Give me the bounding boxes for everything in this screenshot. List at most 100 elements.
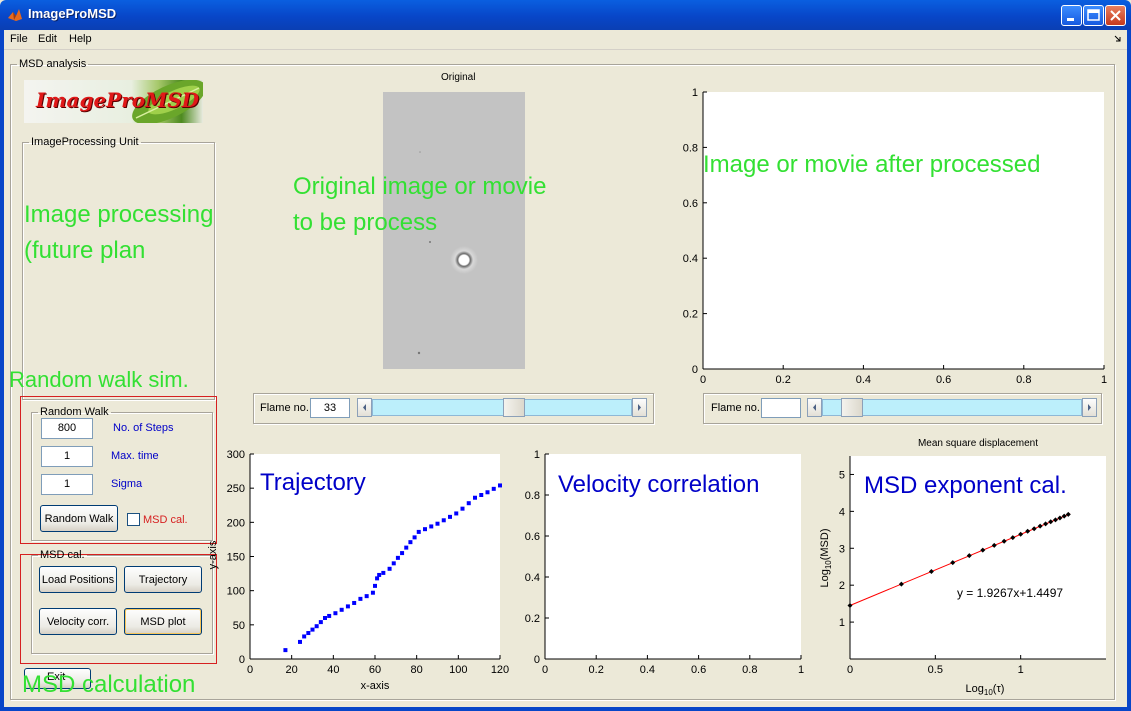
max-time-input[interactable]: 1: [41, 446, 93, 467]
msd-chart-title: Mean square displacement: [918, 438, 1038, 449]
x-tick-label: 60: [369, 664, 381, 676]
trajectory-point: [454, 511, 459, 516]
trajectory-point: [298, 639, 302, 644]
x-tick-label: 0.6: [936, 374, 951, 386]
y-tick-label: 200: [227, 517, 245, 529]
dock-arrow-icon[interactable]: [1114, 35, 1122, 43]
title-bar[interactable]: ImageProMSD: [0, 0, 1131, 30]
processed-frame-input[interactable]: [761, 398, 801, 418]
trajectory-point: [479, 493, 484, 497]
trajectory-point: [339, 607, 344, 612]
y-tick-label: 150: [227, 552, 245, 564]
trajectory-point: [306, 631, 311, 636]
window-frame-bottom: [0, 707, 1131, 711]
trajectory-point: [423, 527, 427, 532]
trajectory-point: [314, 624, 319, 629]
y-tick-label: 0.8: [525, 490, 540, 502]
y-tick-label: 0: [239, 654, 245, 666]
msd-analysis-panel-title: MSD analysis: [19, 58, 87, 70]
trajectory-point: [373, 583, 377, 588]
x-tick-label: 0.8: [1016, 374, 1031, 386]
y-tick-label: 50: [233, 620, 245, 632]
trajectory-point: [395, 555, 400, 560]
original-slider-thumb[interactable]: [502, 398, 525, 417]
menu-bar: File Edit Help: [4, 30, 1127, 50]
close-button[interactable]: [1105, 5, 1126, 26]
trajectory-button[interactable]: Trajectory: [124, 566, 202, 593]
y-tick-label: 0.4: [525, 572, 540, 584]
x-tick-label: 0.5: [928, 664, 943, 676]
msd-cal-checkbox-label: MSD cal.: [143, 514, 188, 526]
original-frame-input[interactable]: 33: [310, 398, 350, 418]
processed-slider-right-arrow[interactable]: [1082, 398, 1097, 417]
velocity-corr-button[interactable]: Velocity corr.: [39, 608, 117, 635]
trajectory-point: [318, 620, 323, 625]
processed-slider-thumb[interactable]: [841, 398, 864, 417]
max-time-label: Max. time: [111, 450, 159, 462]
x-tick-label: 0: [247, 664, 253, 676]
y-tick-label: 1: [534, 449, 540, 461]
trajectory-point: [381, 570, 386, 575]
x-tick-label: 120: [491, 664, 509, 676]
trajectory-point: [377, 572, 382, 577]
random-walk-panel-title: Random Walk: [40, 406, 109, 418]
trajectory-point: [345, 604, 350, 609]
msd-plot-button[interactable]: MSD plot: [124, 608, 202, 635]
sigma-label: Sigma: [111, 478, 143, 490]
y-tick-label: 250: [227, 483, 245, 495]
x-tick-label: 0: [542, 664, 548, 676]
image-processing-note: Image processing (future plan: [24, 201, 214, 264]
trajectory-point: [408, 540, 413, 545]
menu-help[interactable]: Help: [69, 33, 92, 45]
trajectory-point: [283, 648, 288, 653]
y-tick-label: 3: [839, 543, 845, 555]
x-tick-label: 1: [1101, 374, 1107, 386]
random-walk-button[interactable]: Random Walk: [40, 505, 118, 532]
x-tick-label: 0.6: [691, 664, 706, 676]
processed-slider-left-arrow[interactable]: [807, 398, 822, 417]
trajectory-point: [429, 524, 434, 529]
random-walk-annotation: Random walk sim.: [9, 367, 189, 392]
menu-edit[interactable]: Edit: [38, 33, 57, 45]
sigma-input[interactable]: 1: [41, 474, 93, 495]
steps-input[interactable]: 800: [41, 418, 93, 439]
x-tick-label: 0: [700, 374, 706, 386]
trajectory-point: [435, 521, 440, 526]
trajectory-point: [310, 627, 315, 632]
trajectory-point: [460, 506, 465, 511]
trajectory-point: [352, 600, 357, 605]
trajectory-point: [333, 611, 338, 616]
maximize-button[interactable]: [1083, 5, 1104, 26]
x-tick-label: 100: [449, 664, 467, 676]
x-tick-label: 0.4: [856, 374, 871, 386]
trajectory-point: [302, 634, 307, 639]
window-frame-left: [0, 30, 4, 711]
minimize-button[interactable]: [1061, 5, 1082, 26]
menu-file[interactable]: File: [10, 33, 28, 45]
y-tick-label: 0: [692, 364, 698, 376]
original-slider-left-arrow[interactable]: [357, 398, 372, 417]
msd-calculation-annotation: MSD calculation: [22, 671, 196, 698]
velocity-annotation: Velocity correlation: [558, 471, 760, 498]
x-tick-label: 1: [1018, 664, 1024, 676]
trajectory-point: [387, 566, 392, 571]
x-tick-label: 40: [327, 664, 339, 676]
window-frame-right: [1127, 30, 1131, 711]
y-tick-label: 0.6: [683, 198, 698, 210]
trajectory-point: [400, 551, 405, 556]
original-frame-label: Flame no.: [260, 402, 309, 414]
trajectory-point: [404, 545, 409, 550]
x-axis-label: x-axis: [361, 680, 390, 692]
y-tick-label: 100: [227, 586, 245, 598]
y-axis-label: y-axis: [207, 540, 219, 569]
trajectory-point: [370, 590, 375, 595]
load-positions-button[interactable]: Load Positions: [39, 566, 117, 593]
window-title: ImageProMSD: [28, 6, 117, 21]
arrow-right-icon: [1088, 404, 1091, 411]
plot-area: [703, 92, 1104, 369]
msd-cal-checkbox[interactable]: [127, 513, 140, 526]
y-tick-label: 0.6: [525, 531, 540, 543]
x-tick-label: 1: [798, 664, 804, 676]
x-tick-label: 80: [411, 664, 423, 676]
original-slider-right-arrow[interactable]: [632, 398, 647, 417]
